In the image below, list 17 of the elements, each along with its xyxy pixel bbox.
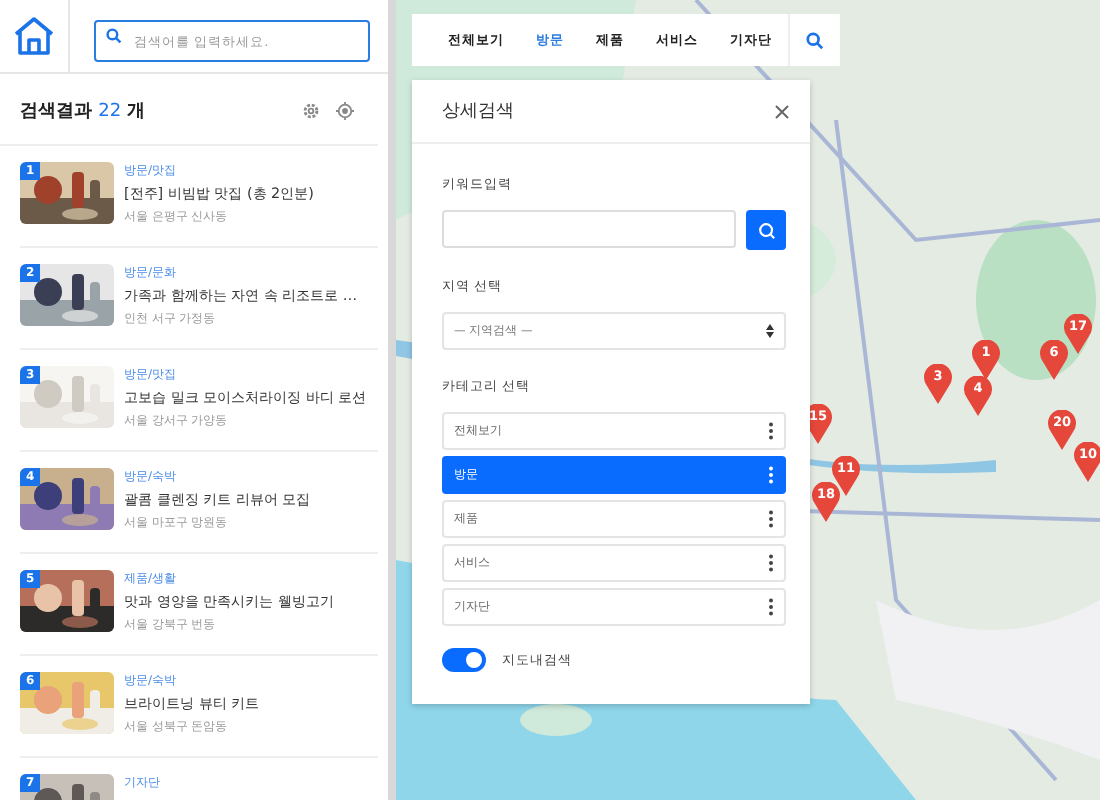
close-icon[interactable]: [774, 103, 790, 119]
settings-icon[interactable]: [302, 102, 320, 120]
more-icon[interactable]: [768, 510, 774, 528]
keyword-field[interactable]: [442, 210, 736, 248]
toggle-switch[interactable]: [442, 648, 486, 672]
more-icon[interactable]: [768, 554, 774, 572]
search-icon: [757, 221, 775, 239]
location-icon[interactable]: [336, 102, 354, 120]
search-button[interactable]: [746, 210, 786, 250]
panel-title: 상세검색: [442, 100, 514, 124]
search-icon: [806, 31, 824, 49]
home-icon[interactable]: [12, 16, 56, 56]
more-icon[interactable]: [768, 598, 774, 616]
more-icon[interactable]: [768, 466, 774, 484]
result-count: 검색결과 22 개: [20, 100, 146, 124]
sort-icon: [766, 324, 774, 338]
more-icon[interactable]: [768, 422, 774, 440]
